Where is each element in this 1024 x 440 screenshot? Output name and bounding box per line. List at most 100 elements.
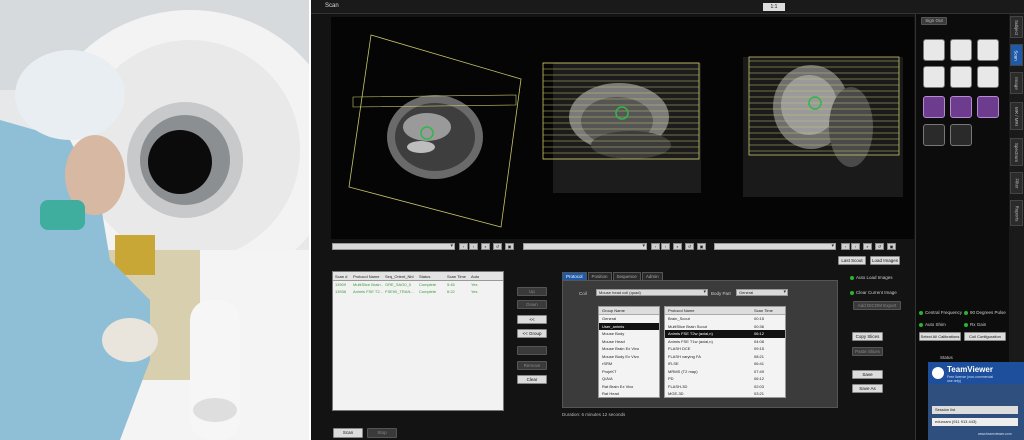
- teamviewer-panel[interactable]: TeamViewer Free license (non-commercial …: [928, 362, 1024, 440]
- tab-image[interactable]: Image: [1010, 72, 1023, 94]
- add-dicom-export-button[interactable]: Add DICOM Export: [853, 301, 901, 310]
- rx-gain-option[interactable]: Rx Gain: [964, 322, 986, 327]
- report-add-icon[interactable]: [950, 66, 972, 88]
- tools-icon[interactable]: [923, 124, 945, 146]
- scan-button[interactable]: Scan: [333, 428, 363, 438]
- animal-icon[interactable]: [923, 96, 945, 118]
- protocol-list-item[interactable]: FLASH varying FA 08:21: [665, 353, 785, 361]
- group-list-item[interactable]: Q/A/A: [599, 375, 659, 383]
- more-button[interactable]: [517, 346, 547, 355]
- select-all-calibrations-button[interactable]: Select All Calibrations: [919, 332, 961, 341]
- reset-icon-1[interactable]: ↺: [493, 243, 502, 250]
- check-icon: [850, 290, 854, 295]
- protocol-list-item[interactable]: MultiSlice Brain Scout 00:36: [665, 323, 785, 331]
- tab-scan[interactable]: Scan: [1010, 44, 1023, 66]
- table-row[interactable]: 13936 Animis FSE T2... FSE90_TRAN... Com…: [333, 288, 503, 295]
- coil-icon[interactable]: [950, 96, 972, 118]
- group-list-item[interactable]: rSRM: [599, 360, 659, 368]
- coil-select[interactable]: Mouse head coil (quad): [596, 289, 708, 296]
- tab-reports[interactable]: Reports: [1010, 200, 1023, 226]
- protocol-list-item[interactable]: PD 06:12: [665, 375, 785, 383]
- series-select-1[interactable]: [332, 243, 455, 250]
- group-list-item[interactable]: General: [599, 315, 659, 323]
- load-images-button[interactable]: Load Images: [870, 256, 900, 265]
- report-icon[interactable]: [923, 66, 945, 88]
- save-button[interactable]: Save: [852, 370, 883, 379]
- group-list-item[interactable]: Mouse Brain Ex Vivo: [599, 345, 659, 353]
- next-button-3[interactable]: ›: [851, 243, 860, 250]
- body-part-select[interactable]: General: [736, 289, 788, 296]
- stop-button[interactable]: Stop: [367, 428, 397, 438]
- protocol-list-item[interactable]: FLASH-3D 02:03: [665, 383, 785, 391]
- prev-button-3[interactable]: ‹: [841, 243, 850, 250]
- report-settings-icon[interactable]: [977, 66, 999, 88]
- paste-slices-button[interactable]: Paste Slices: [852, 347, 883, 356]
- protocol-list-item[interactable]: MRMS (T2 map) 07:49: [665, 368, 785, 376]
- series-select-3[interactable]: [714, 243, 836, 250]
- gear-icon[interactable]: [950, 124, 972, 146]
- copy-slices-button[interactable]: Copy Slices: [852, 332, 883, 341]
- down-button[interactable]: Down: [517, 300, 547, 309]
- coil-configuration-button[interactable]: Coil Configuration: [964, 332, 1006, 341]
- device-row[interactable]: eduroam (911 913 443): [932, 418, 1018, 426]
- group-list-item[interactable]: Mouse Body: [599, 330, 659, 338]
- tab-subject[interactable]: Subject: [1010, 16, 1023, 38]
- group-list-item[interactable]: Mouse Body Ex Vivo: [599, 353, 659, 361]
- group-list-item[interactable]: Rat Brain Ex Vivo: [599, 383, 659, 391]
- table-row[interactable]: 13909 MultiSlice Brain... GRE_SAG0_0 Com…: [333, 281, 503, 288]
- zoom-icon-2[interactable]: ⌕: [673, 243, 682, 250]
- protocol-list-item[interactable]: Brain_Scout 00:15: [665, 315, 785, 323]
- central-frequency-option[interactable]: Central Frequency: [919, 310, 962, 315]
- group-list-item[interactable]: Rat Body: [599, 398, 659, 399]
- crop-icon-1[interactable]: ▣: [505, 243, 514, 250]
- zoom-icon-3[interactable]: ⌕: [863, 243, 872, 250]
- group-list[interactable]: Group Name General User_animis Mouse Body M…: [598, 306, 660, 398]
- group-list-item[interactable]: Mouse Head: [599, 338, 659, 346]
- group-list-item[interactable]: User_animis: [599, 322, 659, 330]
- protocol-list-item[interactable]: FLASH DCE 09:15: [665, 345, 785, 353]
- crop-icon-3[interactable]: ▣: [887, 243, 896, 250]
- histogram-icon[interactable]: [977, 39, 999, 61]
- next-button-1[interactable]: ›: [469, 243, 478, 250]
- ninety-degrees-option[interactable]: 90 Degrees Pulse: [964, 310, 1006, 315]
- reset-icon-2[interactable]: ↺: [685, 243, 694, 250]
- crop-icon-2[interactable]: ▣: [697, 243, 706, 250]
- group-button[interactable]: << Group: [517, 329, 547, 338]
- protocol-list-item[interactable]: IR-SE 06:41: [665, 360, 785, 368]
- auto-load-option[interactable]: Auto Load Images: [850, 275, 893, 280]
- auto-shim-option[interactable]: Auto Shim: [919, 322, 946, 327]
- protocol-list-item[interactable]: FSE T2w-3D28:52: [665, 398, 785, 399]
- tab-filter[interactable]: Filter: [1010, 172, 1023, 194]
- save-as-button[interactable]: Save As: [852, 384, 883, 393]
- protocol-list-item[interactable]: Animis FSE T2w (axial,n) 06:12: [665, 330, 785, 338]
- last-scout-button[interactable]: Last Scout: [838, 256, 866, 265]
- prev-button-2[interactable]: ‹: [651, 243, 660, 250]
- recon-icon[interactable]: [950, 39, 972, 61]
- move-button[interactable]: <<: [517, 315, 547, 324]
- reset-icon-3[interactable]: ↺: [875, 243, 884, 250]
- zoom-icon-1[interactable]: ⌕: [481, 243, 490, 250]
- scout-sagittal[interactable]: [542, 62, 701, 193]
- tab-spectrum[interactable]: Spectrum: [1010, 138, 1023, 166]
- up-button[interactable]: Up: [517, 287, 547, 296]
- scout-coronal[interactable]: [743, 56, 903, 197]
- spectrum-icon[interactable]: [923, 39, 945, 61]
- protocol-list[interactable]: Protocol Name Scan Time Brain_Scout 00:15 M…: [664, 306, 786, 398]
- prev-button-1[interactable]: ‹: [459, 243, 468, 250]
- next-button-2[interactable]: ›: [661, 243, 670, 250]
- group-list-item[interactable]: Rat Head: [599, 390, 659, 397]
- series-select-2[interactable]: [523, 243, 647, 250]
- zoom-select[interactable]: 1:1: [763, 3, 785, 11]
- clear-current-option[interactable]: Clear Current Image: [850, 290, 897, 295]
- tab-mri[interactable]: MR / MRI: [1010, 102, 1023, 130]
- remove-button[interactable]: Remove: [517, 361, 547, 370]
- protocol-list-item[interactable]: Animis FSE T1w (axial,n) 04:08: [665, 338, 785, 346]
- sign-out-button[interactable]: Sign Out: [921, 17, 947, 25]
- group-list-item[interactable]: ProjeKT: [599, 368, 659, 376]
- protocol-list-item[interactable]: MGE-3D 03:21: [665, 390, 785, 397]
- scout-viewer[interactable]: [331, 17, 914, 239]
- scan-queue-table[interactable]: Scan # Protocol Name Seq_Orient_Nbl Stat…: [332, 271, 504, 411]
- clear-button[interactable]: Clear: [517, 375, 547, 384]
- session-list-row[interactable]: Session list: [932, 406, 1018, 414]
- magnet-icon[interactable]: [977, 96, 999, 118]
